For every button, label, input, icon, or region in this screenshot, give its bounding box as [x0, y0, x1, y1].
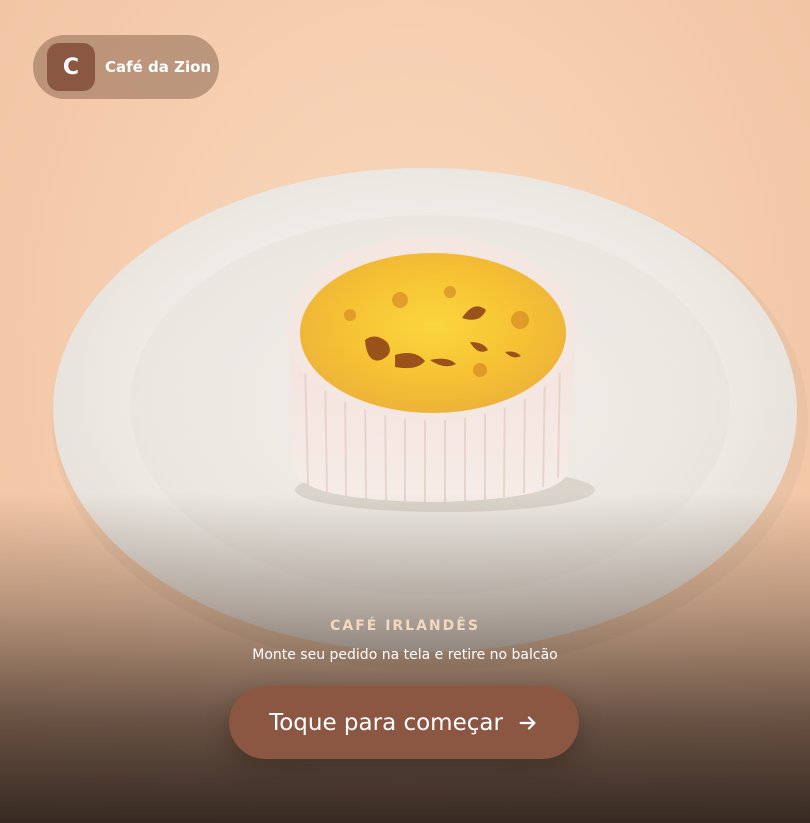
brand-name: Café da Zion — [105, 58, 212, 76]
start-button[interactable]: Toque para começar — [229, 686, 579, 759]
brand-badge: C Café da Zion — [33, 35, 219, 99]
start-button-label: Toque para começar — [269, 709, 503, 736]
brand-logo-icon: C — [47, 43, 95, 91]
welcome-screen[interactable]: C Café da Zion CAFÉ IRLANDÊS Monte seu p… — [0, 0, 810, 823]
arrow-right-icon — [519, 715, 536, 730]
product-subtitle: Monte seu pedido na tela e retire no bal… — [252, 647, 558, 663]
product-label: CAFÉ IRLANDÊS — [330, 618, 480, 634]
